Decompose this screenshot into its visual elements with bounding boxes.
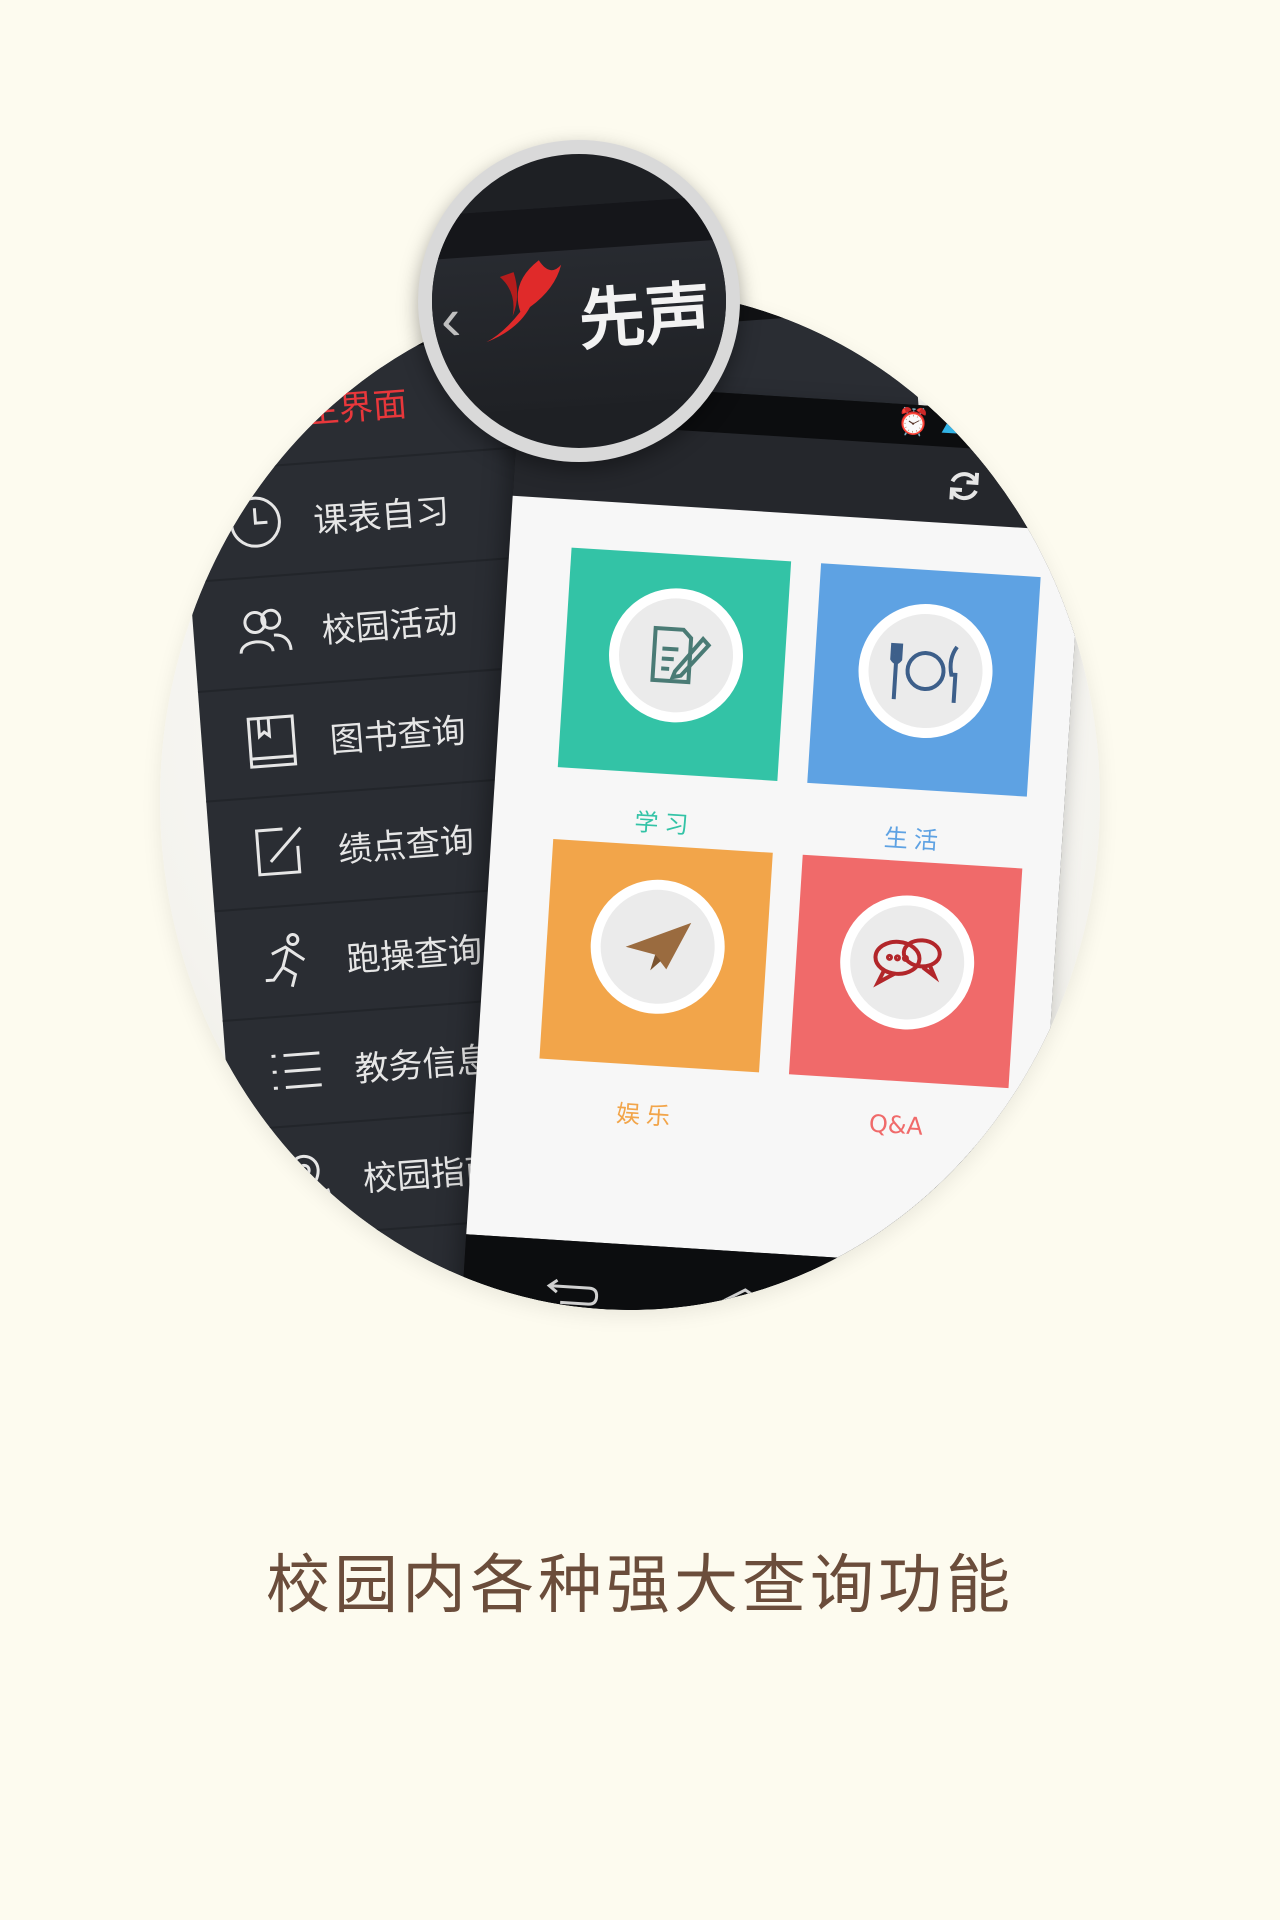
chat-bubbles-icon: [873, 938, 942, 988]
drawer-item-label: 主界面: [303, 384, 409, 432]
promo-caption: 校园内各种强大查询功能: [266, 1549, 1014, 1623]
drawer-item-label: 校园活动: [320, 600, 459, 651]
drawer-item-label: 图书查询: [328, 710, 468, 761]
paper-plane-icon: [625, 922, 692, 971]
alarm-icon: ⏰: [896, 405, 931, 438]
status-time: 22:21: [808, 290, 890, 309]
refresh-icon[interactable]: [943, 465, 985, 507]
home-icon: [223, 388, 271, 438]
tile-label: 娱乐: [615, 1099, 677, 1132]
tile-label: 生活: [883, 823, 945, 856]
tile-label: Q&A: [868, 1109, 924, 1141]
run-icon: [265, 933, 306, 988]
tile-study[interactable]: [557, 547, 792, 781]
drawer-item-label: 跑操查询: [344, 929, 484, 981]
status-time: 11:13: [1013, 413, 1079, 448]
recents-icon[interactable]: [891, 1291, 953, 1310]
list-icon: [271, 1051, 322, 1090]
notification-badge: 32: [976, 418, 1009, 444]
map-pin-icon: [279, 1154, 335, 1210]
back-icon[interactable]: [542, 1269, 604, 1310]
edit-icon: [254, 826, 302, 877]
app-logo: [486, 260, 562, 343]
tile-label: 学习: [633, 808, 696, 840]
clock-icon: [229, 496, 281, 548]
battery-icon: [771, 290, 801, 306]
app-name: 先声: [576, 273, 714, 360]
tile-entertainment[interactable]: [539, 838, 773, 1073]
note-pencil-icon: [650, 625, 712, 685]
back-chevron-icon: ‹: [438, 284, 463, 354]
book-icon: [246, 714, 298, 769]
people-icon: [239, 608, 293, 654]
drawer-item-label: 绩点查询: [336, 820, 476, 871]
magnifier-callout: ‹ 先声: [418, 140, 740, 462]
tile-life[interactable]: [807, 563, 1041, 797]
signal-icon: ▲: [936, 408, 964, 440]
home-phone: ⏰ ▲ 32 11:13 学习 生活 娱乐 Q&A: [459, 380, 1089, 1310]
tile-qa[interactable]: [788, 854, 1023, 1089]
drawer-item-label: 教务信息: [353, 1039, 492, 1090]
overflow-menu-icon[interactable]: [1039, 467, 1056, 514]
plate-fork-knife-icon: [890, 642, 959, 703]
drawer-item-label: 课表自习: [311, 491, 451, 542]
home-nav-icon[interactable]: [713, 1280, 775, 1310]
tile-grid: 学习 生活 娱乐 Q&A: [466, 495, 1082, 1271]
promo-stage: 22:21 主界面 课表自习: [0, 0, 1280, 1920]
